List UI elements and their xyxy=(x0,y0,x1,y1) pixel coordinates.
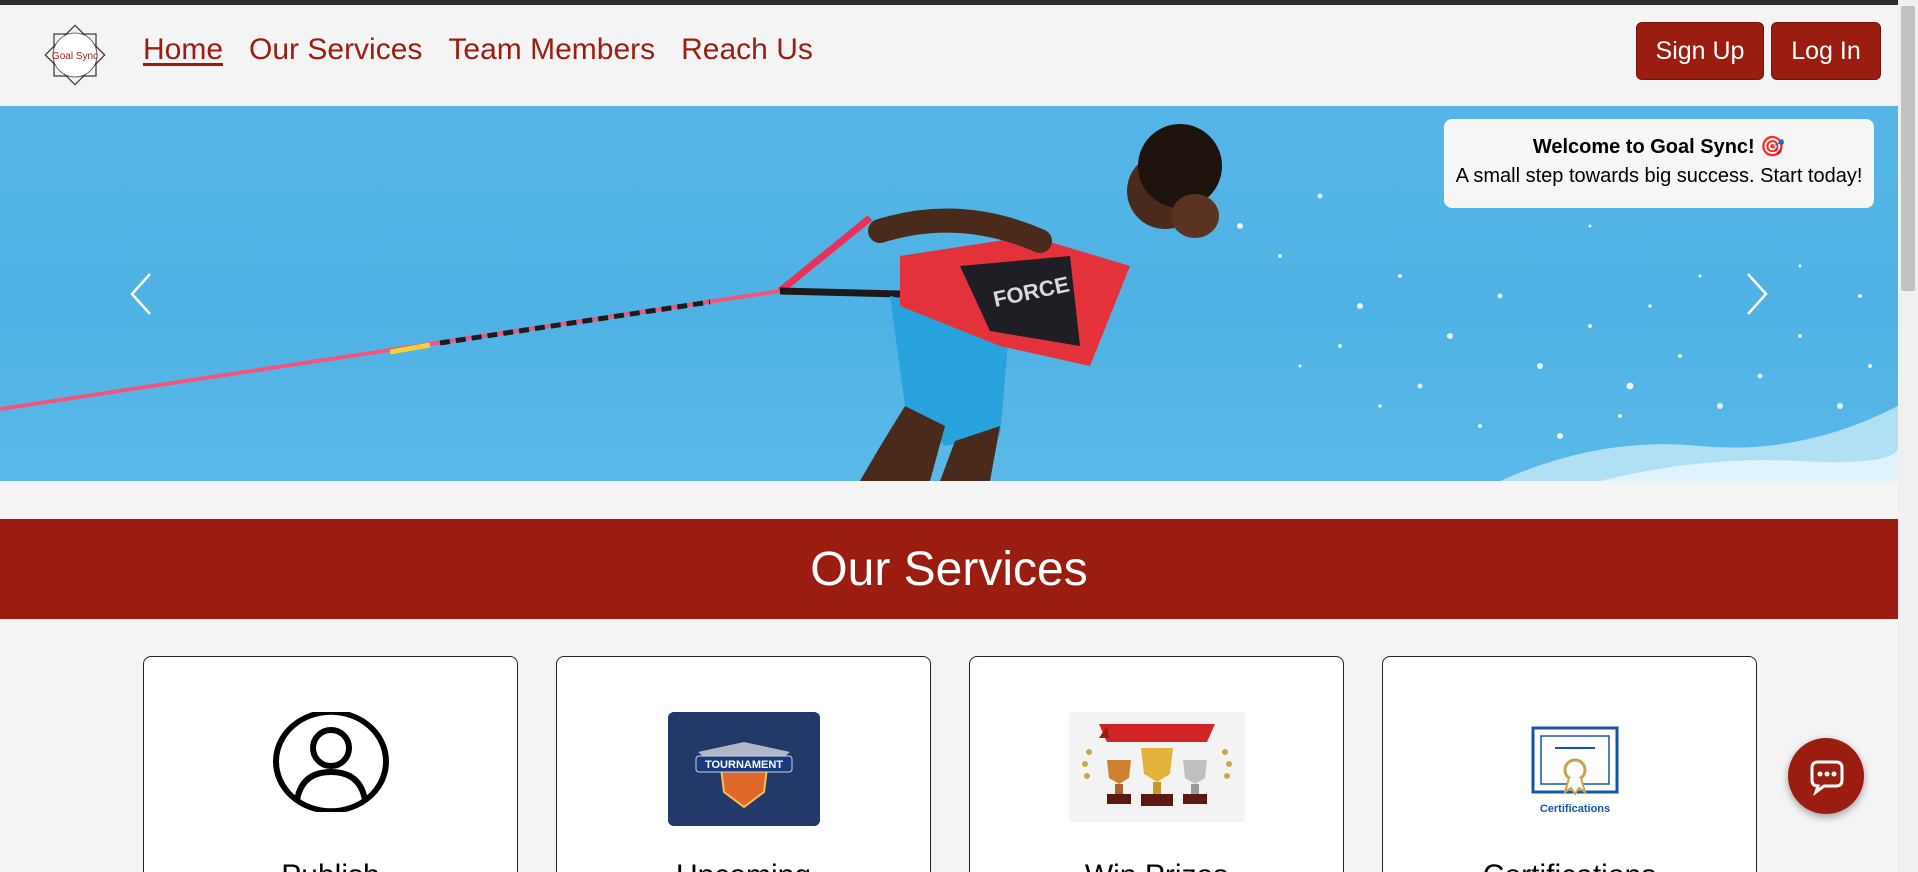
carousel-prev-button[interactable] xyxy=(122,266,162,322)
nav-link-our-services[interactable]: Our Services xyxy=(249,33,422,67)
logo-text: Goal Sync xyxy=(52,51,98,62)
services-heading-band: Our Services xyxy=(0,519,1898,619)
service-card-publish[interactable]: Publish xyxy=(143,656,518,872)
chevron-left-icon xyxy=(130,273,151,315)
tournament-text: TOURNAMENT xyxy=(704,759,782,771)
service-card-upcoming[interactable]: TOURNAMENT Upcoming xyxy=(556,656,931,872)
chat-button[interactable] xyxy=(1788,738,1864,814)
certificate-text: Certifications xyxy=(1539,803,1609,815)
user-circle-icon xyxy=(272,712,389,812)
certificate-icon: Certifications xyxy=(1531,726,1618,815)
welcome-title: Welcome to Goal Sync! 🎯 xyxy=(1532,136,1786,158)
nav-link-reach-us[interactable]: Reach Us xyxy=(681,33,813,67)
service-card-title: Upcoming xyxy=(557,859,930,872)
nav-link-home[interactable]: Home xyxy=(143,33,223,67)
navbar: Goal Sync Home Our Services Team Members… xyxy=(0,5,1898,106)
welcome-subtitle: A small step towards big success. Start … xyxy=(1455,165,1863,187)
main-nav: Home Our Services Team Members Reach Us xyxy=(143,33,813,67)
service-card-title: Win Prizes xyxy=(970,859,1343,872)
sign-up-button[interactable]: Sign Up xyxy=(1636,22,1764,80)
tournament-badge-image: TOURNAMENT xyxy=(667,712,820,826)
welcome-card: Welcome to Goal Sync! 🎯 A small step tow… xyxy=(1444,119,1874,208)
service-card-win-prizes[interactable]: Win Prizes xyxy=(969,656,1344,872)
scrollbar-thumb[interactable] xyxy=(1901,6,1915,291)
carousel-next-button[interactable] xyxy=(1736,266,1776,322)
nav-link-team-members[interactable]: Team Members xyxy=(448,33,655,67)
service-card-title: Certifications xyxy=(1383,859,1756,872)
service-card-title: Publish xyxy=(144,859,517,872)
hero-carousel: FORCE Welcome to Goal Sync! 🎯 A small st… xyxy=(0,106,1898,481)
trophies-image xyxy=(1068,712,1245,822)
chevron-right-icon xyxy=(1747,273,1768,315)
log-in-button[interactable]: Log In xyxy=(1771,22,1881,80)
chat-bubble-icon xyxy=(1810,760,1844,797)
service-card-certifications[interactable]: Certifications Certifications xyxy=(1382,656,1757,872)
services-heading: Our Services xyxy=(810,542,1088,596)
brand-logo[interactable]: Goal Sync xyxy=(40,22,110,88)
